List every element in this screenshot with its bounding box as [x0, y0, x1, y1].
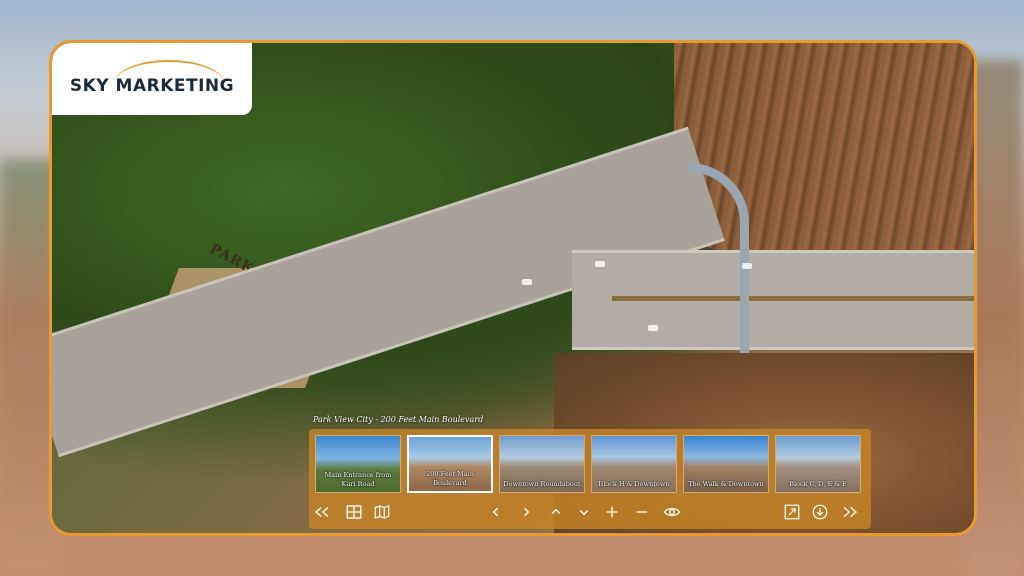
- thumbnail-label: Downtown Roundabout: [503, 480, 581, 488]
- scene-thumbnail-active[interactable]: 200 Feet Main Boulevard: [407, 435, 493, 493]
- pan-right-button[interactable]: [515, 501, 537, 523]
- car: [742, 263, 752, 269]
- scene-thumbnail[interactable]: Block H & Downtown: [591, 435, 677, 493]
- tour-control-panel: Park View City - 200 Feet Main Boulevard…: [309, 415, 871, 529]
- zoom-out-button[interactable]: [631, 501, 653, 523]
- map-button[interactable]: [371, 501, 393, 523]
- fast-forward-icon: [843, 506, 858, 518]
- panorama-viewer[interactable]: PARK VIEW CITY SKY MARKETING Park View C…: [49, 40, 977, 536]
- zoom-in-icon: [606, 506, 618, 518]
- rewind-button[interactable]: [311, 501, 333, 523]
- zoom-out-icon: [636, 511, 648, 513]
- logo-panel: SKY MARKETING: [52, 43, 252, 115]
- arrow-up-icon: [551, 508, 561, 514]
- current-scene-title: Park View City - 200 Feet Main Boulevard: [313, 415, 484, 424]
- scene-thumbnail[interactable]: Downtown Roundabout: [499, 435, 585, 493]
- thumbnail-label: Block H & Downtown: [598, 480, 670, 488]
- fast-forward-button[interactable]: [839, 501, 861, 523]
- pan-up-button[interactable]: [545, 501, 567, 523]
- rewind-icon: [314, 506, 329, 518]
- thumbnails-toggle-button[interactable]: [343, 501, 365, 523]
- control-bar: [309, 501, 871, 525]
- scene-thumbnail[interactable]: Block C, D, E & F: [775, 435, 861, 493]
- car: [648, 325, 658, 331]
- fullscreen-icon: [784, 504, 800, 520]
- logo-text: SKY MARKETING: [69, 76, 235, 96]
- scene-thumbnail[interactable]: Main Entrance from Kuri Road: [315, 435, 401, 493]
- pan-left-button[interactable]: [485, 501, 507, 523]
- view-mode-icon: [663, 508, 681, 516]
- thumbnails-grid-icon: [346, 505, 362, 519]
- scene-thumbnail[interactable]: The Walk & Downtown: [683, 435, 769, 493]
- thumbnail-strip: Main Entrance from Kuri Road 200 Feet Ma…: [315, 435, 861, 493]
- thumbnail-label: The Walk & Downtown: [688, 480, 764, 488]
- thumbnail-label: 200 Feet Main Boulevard: [426, 470, 474, 487]
- thumbnail-label: Main Entrance from Kuri Road: [324, 471, 392, 488]
- pan-down-button[interactable]: [573, 501, 595, 523]
- download-button[interactable]: [809, 501, 831, 523]
- arrow-left-icon: [492, 507, 498, 517]
- map-icon: [374, 505, 390, 519]
- download-icon: [812, 504, 828, 520]
- car: [595, 261, 605, 267]
- view-mode-button[interactable]: [659, 501, 685, 523]
- zoom-in-button[interactable]: [601, 501, 623, 523]
- car: [522, 279, 532, 285]
- thumbnail-label: Block C, D, E & F: [789, 480, 847, 488]
- arrow-right-icon: [524, 507, 530, 517]
- road-median: [612, 296, 974, 301]
- arrow-down-icon: [579, 510, 589, 516]
- fullscreen-button[interactable]: [781, 501, 803, 523]
